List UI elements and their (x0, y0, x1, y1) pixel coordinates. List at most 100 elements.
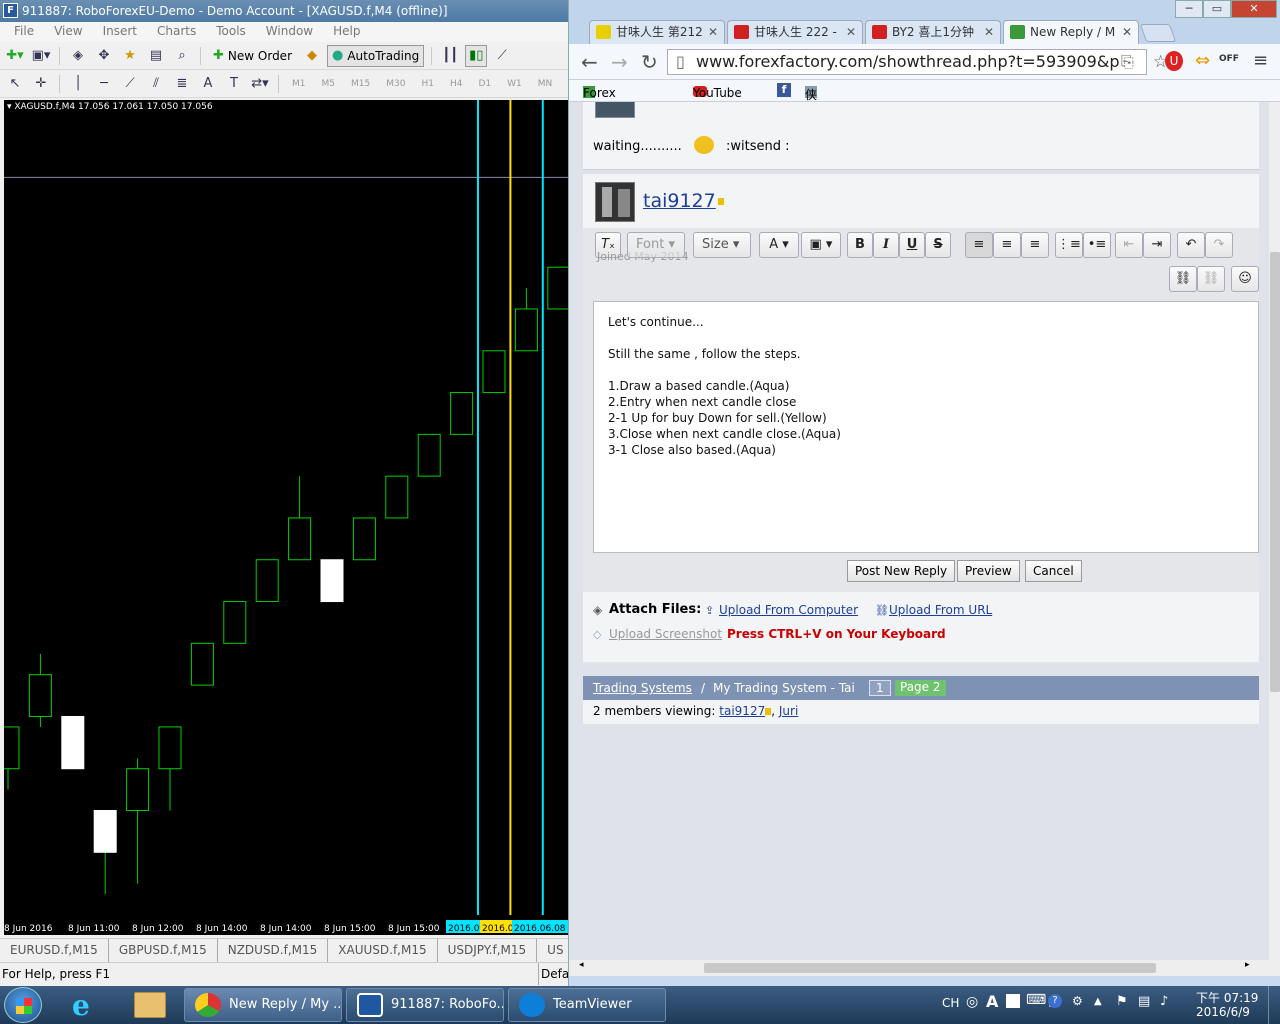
underline-icon[interactable]: U (899, 232, 925, 258)
preview-button[interactable]: Preview (957, 560, 1020, 582)
post-new-reply-button[interactable]: Post New Reply (847, 560, 956, 582)
text-label-icon[interactable]: T (223, 73, 245, 95)
horizontal-line-icon[interactable]: ─ (93, 73, 115, 95)
upload-from-url-link[interactable]: Upload From URL (889, 603, 992, 617)
page-1-link[interactable]: 1 (869, 680, 891, 696)
ime-fullwidth-icon[interactable] (1006, 994, 1020, 1008)
chart-canvas[interactable]: 8 Jun 2016 8 Jun 11:00 8 Jun 12:00 8 Jun 14… (4, 100, 568, 935)
strikethrough-icon[interactable]: S (925, 232, 951, 258)
reload-icon[interactable]: ↻ (641, 50, 658, 74)
translate-icon[interactable]: ⎘ (1121, 52, 1134, 72)
menu-icon[interactable]: ≡ (1253, 50, 1268, 71)
font-dropdown[interactable]: Font ▾ (627, 232, 685, 258)
menu-charts[interactable]: Charts (147, 22, 206, 42)
scrollbar-thumb[interactable] (1270, 252, 1280, 692)
scrollbar-thumb[interactable] (704, 963, 1156, 973)
new-order-button[interactable]: ✚ New Order (208, 45, 297, 67)
timeframe-mn[interactable]: MN (532, 79, 559, 89)
clock-date[interactable]: 2016/6/9 (1196, 1005, 1250, 1019)
message-editor[interactable]: Let's continue... Still the same , follo… (593, 301, 1259, 553)
viewer-link[interactable]: tai9127 (719, 704, 765, 718)
viewer-link[interactable]: Juri (779, 704, 798, 718)
breadcrumb-section-link[interactable]: Trading Systems (593, 676, 692, 700)
address-bar[interactable]: ▯ www.forexfactory.com/showthread.php?t=… (667, 49, 1147, 75)
symbol-tab[interactable]: XAUUSD.f,M15 (328, 939, 438, 962)
market-watch-icon[interactable]: ◈ (67, 45, 89, 67)
undo-icon[interactable]: ↶ (1177, 232, 1205, 258)
timeframe-m5[interactable]: M5 (316, 79, 342, 89)
ordered-list-icon[interactable]: ⋮≡ (1055, 232, 1083, 258)
bar-chart-icon[interactable]: ┃┃ (439, 45, 461, 67)
horizontal-scrollbar[interactable]: ◂ ▸ (569, 960, 1280, 976)
ime-icon[interactable]: ◎ (966, 994, 978, 1010)
forward-icon[interactable]: → (611, 50, 628, 74)
timeframe-m15[interactable]: M15 (345, 79, 376, 89)
highlight-color-icon[interactable]: ▣ ▾ (801, 232, 841, 258)
symbol-tab[interactable]: GBPUSD.f,M15 (109, 939, 218, 962)
input-language[interactable]: CH (942, 996, 959, 1010)
help-icon[interactable]: ? (1048, 994, 1062, 1008)
menu-insert[interactable]: Insert (93, 22, 147, 42)
upload-from-computer-link[interactable]: Upload From Computer (719, 603, 858, 617)
unordered-list-icon[interactable]: •≡ (1083, 232, 1111, 258)
text-icon[interactable]: A (197, 73, 219, 95)
navigator-icon[interactable]: ✥ (93, 45, 115, 67)
extension-arrows-icon[interactable]: ⇔ (1195, 50, 1210, 71)
text-color-icon[interactable]: A ▾ (759, 232, 799, 258)
action-center-icon[interactable]: ⚑ (1116, 994, 1128, 1009)
extension-u-icon[interactable]: U (1165, 51, 1183, 71)
trendline-icon[interactable]: ⟋ (119, 73, 141, 95)
clock-time[interactable]: 下午 07:19 (1196, 989, 1258, 1006)
ime-mode-icon[interactable]: A (986, 992, 998, 1011)
profiles-icon[interactable]: ▣▾ (30, 45, 52, 67)
close-tab-icon[interactable]: ✕ (846, 21, 856, 43)
close-tab-icon[interactable]: ✕ (1122, 21, 1132, 43)
autotrading-button[interactable]: ● AutoTrading (327, 44, 425, 67)
favorites-icon[interactable]: ★ (119, 45, 141, 67)
show-hidden-icons[interactable]: ▲ (1094, 996, 1102, 1007)
back-icon[interactable]: ← (581, 50, 598, 74)
internet-explorer-icon[interactable]: e (72, 989, 90, 1022)
ime-keyboard-icon[interactable]: ⌨ (1026, 992, 1046, 1008)
timeframe-h1[interactable]: H1 (415, 79, 440, 89)
facebook-icon[interactable]: f (777, 83, 791, 97)
menu-help[interactable]: Help (323, 22, 370, 42)
close-tab-icon[interactable]: ✕ (708, 21, 718, 43)
timeframe-d1[interactable]: D1 (472, 79, 497, 89)
italic-icon[interactable]: I (873, 232, 899, 258)
vertical-scrollbar[interactable] (1269, 102, 1280, 960)
start-button[interactable] (4, 987, 42, 1023)
timeframe-h4[interactable]: H4 (444, 79, 469, 89)
volume-icon[interactable]: ♪ (1160, 994, 1168, 1009)
redo-icon[interactable]: ↷ (1205, 232, 1233, 258)
price-chart[interactable]: 8 Jun 2016 8 Jun 11:00 8 Jun 12:00 8 Jun 14… (4, 100, 568, 935)
size-dropdown[interactable]: Size ▾ (693, 232, 751, 258)
channel-icon[interactable]: ⫽ (145, 73, 167, 95)
task-teamviewer[interactable]: TeamViewer (508, 988, 666, 1022)
menu-file[interactable]: File (4, 22, 44, 42)
align-left-icon[interactable]: ≡ (965, 232, 993, 258)
extension-off-icon[interactable]: OFF (1219, 54, 1239, 64)
task-chrome[interactable]: New Reply / My ... (184, 988, 342, 1022)
symbol-tab[interactable]: EURUSD.f,M15 (0, 939, 109, 962)
maximize-button[interactable]: ▭ (1203, 0, 1231, 18)
symbol-tab[interactable]: USDJPY.f,M15 (438, 939, 538, 962)
line-chart-icon[interactable]: ⟋ (491, 45, 513, 67)
insert-link-icon[interactable]: ⛓ (1169, 266, 1197, 292)
close-window-button[interactable]: ✕ (1231, 0, 1277, 18)
candlestick-chart-icon[interactable]: ▮▯ (465, 44, 488, 67)
vertical-line-icon[interactable]: │ (67, 73, 89, 95)
browser-tab[interactable]: 甘味人生 第212 ✕ (589, 20, 725, 44)
show-desktop-button[interactable] (1268, 986, 1280, 1024)
outdent-icon[interactable]: ⇤ (1115, 232, 1143, 258)
scroll-right-icon[interactable]: ▸ (1245, 960, 1250, 970)
align-center-icon[interactable]: ≡ (993, 232, 1021, 258)
emoji-icon[interactable]: ☺ (1231, 266, 1259, 292)
task-metatrader[interactable]: 911887: RoboFo... (346, 988, 504, 1022)
browser-tab-active[interactable]: New Reply / M ✕ (1003, 20, 1139, 44)
menu-tools[interactable]: Tools (206, 22, 256, 42)
crosshair-icon[interactable]: ✛ (30, 73, 52, 95)
scroll-left-icon[interactable]: ◂ (579, 960, 584, 970)
timeframe-m1[interactable]: M1 (286, 79, 312, 89)
fibonacci-icon[interactable]: ≣ (171, 73, 193, 95)
